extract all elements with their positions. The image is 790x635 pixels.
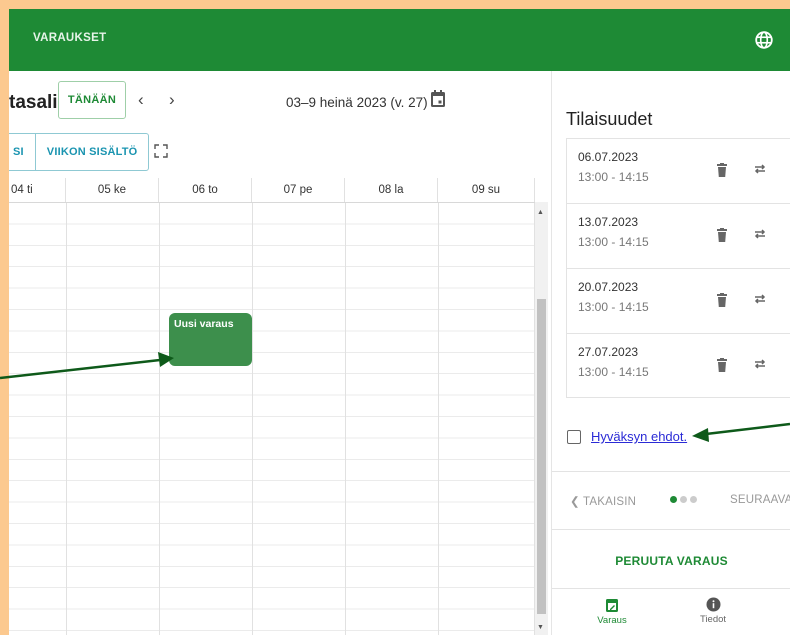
occurrence-date: 20.07.2023 (578, 280, 639, 294)
occurrence-item: 13.07.2023 13:00 - 14:15 (567, 204, 790, 269)
bottom-navigation: Varaus Tiedot (552, 588, 790, 635)
terms-link[interactable]: Hyväksyn ehdot. (591, 429, 687, 444)
occurrence-date: 06.07.2023 (578, 150, 639, 164)
nav-booking[interactable]: Varaus (582, 597, 642, 626)
step-navigation: ❮ TAKAISIN SEURAAVA (552, 471, 790, 530)
occurrence-date: 27.07.2023 (578, 345, 639, 359)
day-header: 06 to (159, 178, 252, 202)
occurrences-title: Tilaisuudet (566, 109, 653, 129)
occurrence-item: 27.07.2023 13:00 - 14:15 (567, 334, 790, 399)
occurrence-time: 13:00 - 14:15 (578, 235, 649, 249)
terms-row: Hyväksyn ehdot. (567, 429, 687, 444)
terms-checkbox[interactable] (567, 429, 581, 444)
repeat-icon[interactable] (753, 227, 767, 241)
new-booking-event[interactable]: Uusi varaus (169, 313, 252, 366)
repeat-icon[interactable] (753, 292, 767, 306)
day-header: 05 ke (66, 178, 159, 202)
occurrence-time: 13:00 - 14:15 (578, 365, 649, 379)
day-header: 07 pe (252, 178, 345, 202)
fullscreen-icon[interactable] (154, 144, 168, 158)
step-dot (680, 496, 687, 503)
room-name: tasali (9, 92, 58, 113)
step-indicator (670, 496, 697, 503)
view-option[interactable]: SI (9, 134, 35, 170)
back-button[interactable]: ❮ TAKAISIN (570, 494, 636, 508)
info-icon (706, 597, 720, 612)
nav-info-label: Tiedot (699, 614, 727, 625)
occurrence-item: 20.07.2023 13:00 - 14:15 (567, 269, 790, 334)
back-label: TAKAISIN (583, 496, 637, 508)
occurrence-time: 13:00 - 14:15 (578, 170, 649, 184)
day-header: 04 ti (9, 178, 66, 202)
calendar-scrollbar[interactable]: ▲ ▼ (535, 202, 548, 635)
day-header: 09 su (438, 178, 535, 202)
occurrence-date: 13.07.2023 (578, 215, 639, 229)
app-window: VARAUKSET tasali TÄNÄÄN ‹ › 03–9 heinä 2… (9, 9, 790, 635)
next-button[interactable]: SEURAAVA (730, 494, 790, 506)
cancel-booking-button[interactable]: PERUUTA VARAUS (552, 541, 790, 581)
view-switch: SI VIIKON SISÄLTÖ (9, 133, 150, 171)
time-grid[interactable] (9, 202, 535, 635)
view-week-content[interactable]: VIIKON SISÄLTÖ (34, 134, 149, 170)
details-panel: Tilaisuudet 06.07.2023 13:00 - 14:15 13.… (551, 71, 790, 635)
trash-icon[interactable] (717, 358, 727, 372)
repeat-icon[interactable] (753, 162, 767, 176)
step-dot (690, 496, 697, 503)
app-title: VARAUKSET (33, 32, 107, 44)
occurrence-item: 06.07.2023 13:00 - 14:15 (567, 139, 790, 204)
trash-icon[interactable] (717, 163, 727, 177)
scroll-up-icon[interactable]: ▲ (537, 209, 544, 216)
calendar-icon[interactable] (430, 89, 446, 109)
scroll-thumb[interactable] (537, 299, 546, 614)
today-button[interactable]: TÄNÄÄN (58, 81, 126, 119)
calendar-panel: tasali TÄNÄÄN ‹ › 03–9 heinä 2023 (v. 27… (9, 71, 551, 635)
date-range: 03–9 heinä 2023 (v. 27) (286, 95, 428, 110)
scroll-down-icon[interactable]: ▼ (537, 624, 544, 631)
chevron-left-icon[interactable]: ‹ (138, 90, 144, 110)
chevron-right-icon[interactable]: › (169, 90, 175, 110)
day-header: 08 la (345, 178, 438, 202)
step-dot (670, 496, 677, 503)
occurrence-time: 13:00 - 14:15 (578, 300, 649, 314)
repeat-icon[interactable] (753, 357, 767, 371)
trash-icon[interactable] (717, 293, 727, 307)
nav-booking-label: Varaus (597, 615, 627, 626)
occurrence-list: 06.07.2023 13:00 - 14:15 13.07.2023 13:0… (566, 138, 790, 398)
trash-icon[interactable] (717, 228, 727, 242)
app-bar: VARAUKSET (9, 9, 790, 71)
globe-icon[interactable] (753, 29, 775, 51)
calendar-edit-icon (606, 599, 618, 612)
nav-info[interactable]: Tiedot (683, 597, 743, 625)
